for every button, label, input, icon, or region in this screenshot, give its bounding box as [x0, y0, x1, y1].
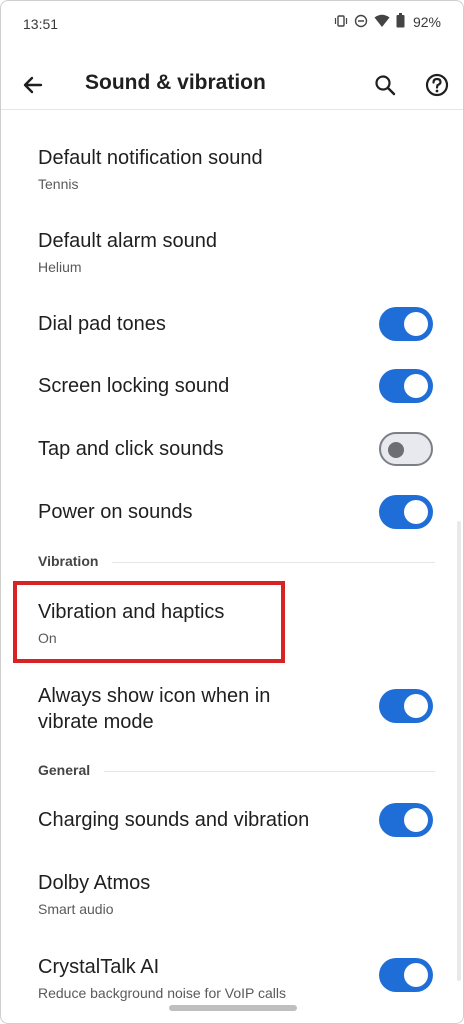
charging-sounds-item[interactable]: Charging sounds and vibration [38, 803, 433, 837]
dolby-atmos-item[interactable]: Dolby Atmos Smart audio [38, 872, 433, 917]
section-divider [104, 771, 435, 772]
screen-locking-sound-item[interactable]: Screen locking sound [38, 369, 433, 403]
item-label: Dial pad tones [38, 313, 166, 335]
item-summary: Helium [38, 259, 82, 275]
wifi-icon [374, 14, 390, 31]
status-bar: 13:51 92% [1, 1, 463, 45]
item-label: Screen locking sound [38, 375, 230, 397]
search-icon [375, 75, 396, 96]
search-button[interactable] [371, 71, 399, 99]
default-alarm-sound-item[interactable]: Default alarm sound Helium [38, 230, 433, 275]
battery-icon [396, 13, 405, 31]
section-divider [112, 562, 435, 563]
item-summary: Tennis [38, 176, 79, 192]
section-label: General [38, 762, 91, 778]
item-label-line1: Always show icon when in [38, 685, 271, 707]
status-icons: 92% [334, 13, 441, 31]
tap-and-click-sounds-item[interactable]: Tap and click sounds [38, 432, 433, 466]
crystaltalk-ai-item[interactable]: CrystalTalk AI Reduce background noise f… [38, 956, 433, 1001]
help-icon [425, 73, 449, 97]
item-label: CrystalTalk AI [38, 956, 160, 978]
dial-pad-tones-item[interactable]: Dial pad tones [38, 307, 433, 341]
scrollbar[interactable] [457, 521, 461, 981]
always-show-icon-toggle[interactable] [379, 689, 433, 723]
power-on-sounds-item[interactable]: Power on sounds [38, 495, 433, 529]
item-label: Tap and click sounds [38, 438, 224, 460]
crystaltalk-ai-toggle[interactable] [379, 958, 433, 992]
item-label: Dolby Atmos [38, 872, 151, 894]
item-summary: Reduce background noise for VoIP calls [38, 985, 287, 1001]
page-title: Sound & vibration [85, 71, 266, 94]
vibrate-icon [334, 14, 348, 31]
item-label: Power on sounds [38, 501, 193, 523]
tap-and-click-sounds-toggle[interactable] [379, 432, 433, 466]
highlight-box [13, 581, 285, 663]
section-header-vibration: Vibration [38, 553, 435, 569]
section-label: Vibration [38, 553, 99, 569]
status-time: 13:51 [23, 16, 59, 32]
app-bar: Sound & vibration [1, 59, 463, 109]
appbar-divider [1, 109, 463, 110]
item-label: Default notification sound [38, 147, 263, 169]
arrow-back-icon [23, 76, 43, 94]
default-notification-sound-item[interactable]: Default notification sound Tennis [38, 147, 433, 192]
battery-percent: 92% [412, 14, 441, 30]
power-on-sounds-toggle[interactable] [379, 495, 433, 529]
do-not-disturb-icon [354, 14, 368, 31]
item-label: Charging sounds and vibration [38, 809, 310, 831]
item-label-line2: vibrate mode [38, 711, 154, 733]
screen: 13:51 92% Sound & vibration Default noti… [0, 0, 464, 1024]
section-header-general: General [38, 762, 435, 778]
charging-sounds-toggle[interactable] [379, 803, 433, 837]
back-button[interactable] [19, 71, 47, 99]
item-label: Default alarm sound [38, 230, 217, 252]
always-show-icon-item[interactable]: Always show icon when in vibrate mode [38, 683, 433, 735]
dial-pad-tones-toggle[interactable] [379, 307, 433, 341]
navigation-handle[interactable] [169, 1005, 297, 1011]
screen-locking-sound-toggle[interactable] [379, 369, 433, 403]
help-button[interactable] [423, 71, 451, 99]
item-summary: Smart audio [38, 901, 114, 917]
